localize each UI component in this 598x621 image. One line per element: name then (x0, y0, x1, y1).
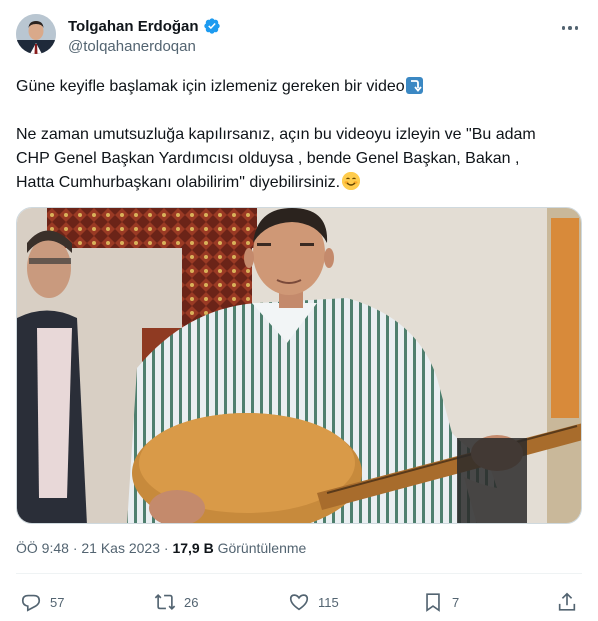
more-dot-icon (561, 26, 566, 30)
tweet-line: Güne keyifle başlamak için izlemeniz ger… (16, 75, 582, 99)
share-button[interactable] (556, 584, 578, 620)
action-bar: 57 26 115 7 (16, 584, 582, 620)
views-count: 17,9 B (172, 540, 214, 556)
like-count: 115 (318, 594, 339, 610)
more-options-button[interactable] (558, 18, 582, 38)
reply-icon (21, 594, 41, 612)
divider (16, 573, 582, 574)
more-dot-icon (574, 26, 579, 30)
heart-icon (289, 594, 309, 611)
reply-button[interactable]: 57 (20, 584, 64, 620)
tweet-meta: ÖÖ 9:48 · 21 Kas 2023 · 17,9 B Görüntüle… (16, 540, 306, 556)
bookmark-icon (426, 593, 440, 612)
more-dot-icon (568, 26, 572, 30)
verified-badge-icon (203, 17, 221, 35)
smiling-face-emoji-icon (342, 172, 361, 190)
bookmark-button[interactable]: 7 (422, 584, 459, 620)
repost-icon (154, 593, 176, 611)
like-button[interactable]: 115 (288, 584, 339, 620)
tweet-text: Güne keyifle başlamak için izlemeniz ger… (16, 75, 582, 195)
tweet-header: Tolgahan Erdoğan @tolqahanerdoqan (16, 14, 582, 64)
repost-count: 26 (184, 594, 199, 610)
views-label: Görüntülenme (217, 540, 307, 556)
author-avatar[interactable] (16, 14, 56, 54)
repost-button[interactable]: 26 (154, 584, 198, 620)
bookmark-count: 7 (452, 594, 460, 610)
down-arrow-emoji-icon (405, 77, 423, 94)
tweet-line-3: Hatta Cumhurbaşkanı olabilirim" diyebili… (16, 174, 341, 191)
video-frame-image (17, 208, 581, 523)
reply-count: 57 (50, 594, 65, 610)
tweet-line: CHP Genel Başkan Yardımcısı olduysa , be… (16, 150, 520, 167)
tweet-line: Hatta Cumhurbaşkanı olabilirim" diyebili… (16, 171, 582, 195)
name-row: Tolgahan Erdoğan (68, 17, 221, 35)
tweet-line-1: Güne keyifle başlamak için izlemeniz ger… (16, 78, 405, 95)
tweet-line: Ne zaman umutsuzluğa kapılırsanız, açın … (16, 126, 536, 143)
tweet-date[interactable]: 21 Kas 2023 (81, 540, 160, 556)
share-icon (558, 592, 576, 611)
meta-separator: · (72, 540, 78, 556)
tweet-video[interactable] (16, 207, 582, 524)
display-name[interactable]: Tolgahan Erdoğan (68, 18, 199, 35)
tweet-time[interactable]: ÖÖ 9:48 (16, 540, 69, 556)
author-handle[interactable]: @tolqahanerdoqan (68, 38, 196, 55)
meta-separator: · (163, 540, 169, 556)
